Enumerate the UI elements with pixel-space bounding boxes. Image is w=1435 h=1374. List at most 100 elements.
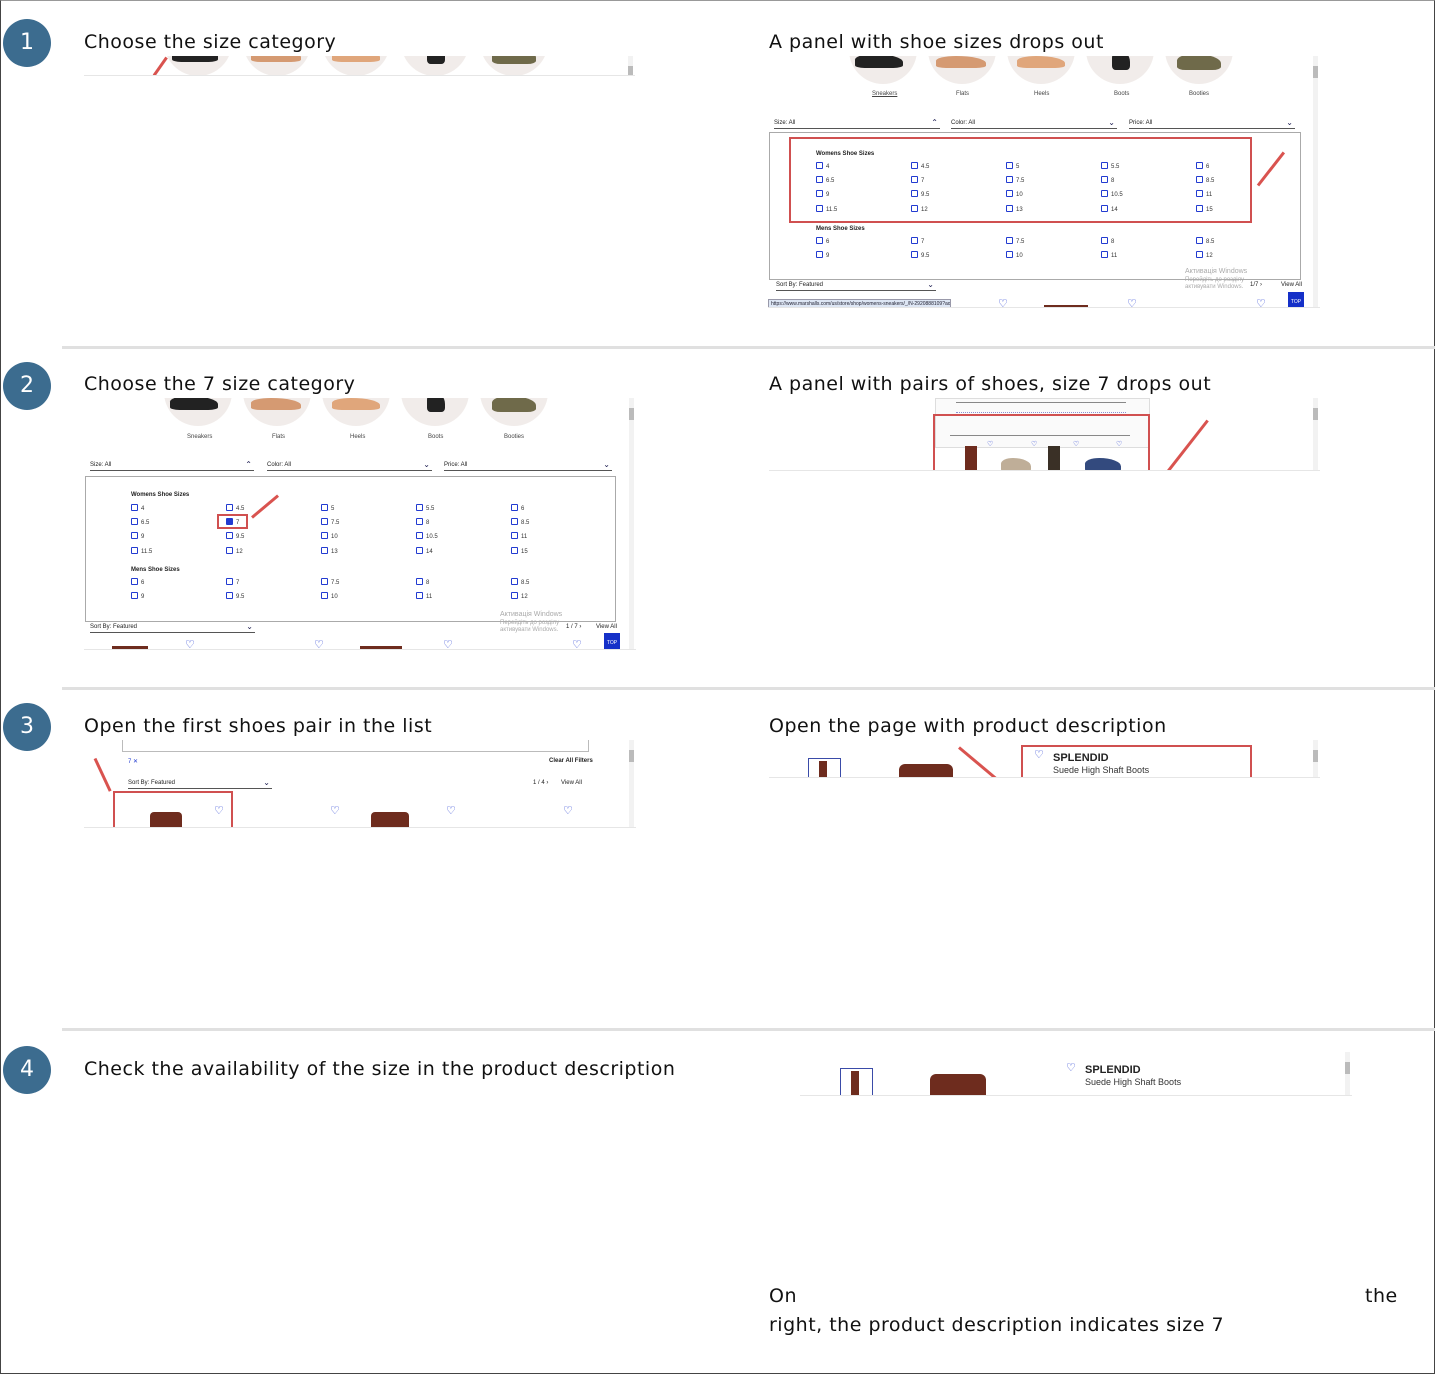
- size-checkbox[interactable]: 15: [511, 546, 528, 555]
- checkbox-icon[interactable]: [416, 504, 423, 511]
- close-icon[interactable]: ✕: [133, 759, 138, 765]
- size-checkbox[interactable]: 7: [911, 176, 924, 184]
- wishlist-heart-icon[interactable]: ♡: [1034, 748, 1044, 761]
- checkbox-icon[interactable]: [1196, 251, 1203, 259]
- checkbox-icon[interactable]: [911, 204, 918, 212]
- checkbox-icon[interactable]: [131, 546, 138, 554]
- product-thumbnail-first[interactable]: [150, 812, 182, 827]
- size-checkbox[interactable]: 10: [321, 592, 338, 600]
- product-thumbnail[interactable]: [1085, 458, 1121, 470]
- scrollbar[interactable]: [1345, 1052, 1350, 1095]
- category-label[interactable]: Booties: [504, 434, 524, 440]
- size-checkbox[interactable]: 4: [816, 162, 829, 170]
- size-checkbox[interactable]: 8.5: [511, 518, 529, 526]
- size-checkbox[interactable]: 11: [1101, 251, 1117, 259]
- wishlist-heart-icon[interactable]: ♡: [1031, 440, 1037, 448]
- price-filter-dropdown[interactable]: Price: All ⌄: [444, 460, 612, 471]
- checkbox-icon[interactable]: [511, 592, 518, 600]
- checkbox-icon[interactable]: [911, 237, 918, 244]
- wishlist-heart-icon[interactable]: ♡: [446, 804, 456, 817]
- checkbox-icon[interactable]: [1196, 237, 1203, 244]
- category-label[interactable]: Booties: [1189, 91, 1209, 97]
- checkbox-icon[interactable]: [1101, 176, 1108, 184]
- checkbox-icon[interactable]: [1101, 251, 1108, 259]
- checkbox-icon[interactable]: [226, 578, 233, 585]
- size-checkbox[interactable]: 7.5: [321, 578, 339, 586]
- product-thumbnail[interactable]: [965, 446, 977, 470]
- size-checkbox[interactable]: 11: [511, 532, 527, 540]
- size-checkbox[interactable]: 8: [416, 578, 429, 586]
- checkbox-icon[interactable]: [911, 251, 918, 259]
- scrollbar[interactable]: [1313, 56, 1318, 307]
- scrollbar[interactable]: [1313, 740, 1318, 777]
- checkbox-icon[interactable]: [416, 532, 423, 540]
- size-checkbox[interactable]: 9: [816, 190, 829, 198]
- wishlist-heart-icon[interactable]: ♡: [563, 804, 573, 817]
- checkbox-icon[interactable]: [321, 578, 328, 585]
- checkbox-icon[interactable]: [816, 251, 823, 259]
- pager[interactable]: 1 / 7 ›: [566, 624, 581, 630]
- checkbox-icon[interactable]: [1101, 204, 1108, 212]
- size-checkbox[interactable]: 12: [911, 204, 928, 213]
- sort-dropdown[interactable]: Sort By: Featured ⌄: [128, 778, 272, 789]
- category-label[interactable]: Sneakers: [872, 91, 897, 97]
- size-checkbox[interactable]: 8.5: [1196, 176, 1214, 184]
- product-thumbnail[interactable]: [1048, 446, 1060, 470]
- size-checkbox[interactable]: 8: [1101, 176, 1114, 184]
- checkbox-icon[interactable]: [911, 190, 918, 198]
- size-checkbox[interactable]: 10: [321, 532, 338, 540]
- checkbox-icon[interactable]: [416, 592, 423, 600]
- product-gallery-thumb[interactable]: [840, 1068, 873, 1095]
- sort-dropdown[interactable]: Sort By: Featured ⌄: [776, 280, 936, 291]
- size-checkbox[interactable]: 12: [226, 546, 243, 555]
- checkbox-icon[interactable]: [131, 578, 138, 585]
- checkbox-icon[interactable]: [1006, 176, 1013, 184]
- checkbox-checked-icon[interactable]: [226, 518, 233, 526]
- size-checkbox[interactable]: 5.5: [416, 504, 434, 512]
- wishlist-heart-icon[interactable]: ♡: [1127, 297, 1137, 307]
- size-checkbox[interactable]: 5: [321, 504, 334, 512]
- size-checkbox[interactable]: 9: [131, 532, 144, 540]
- checkbox-icon[interactable]: [416, 546, 423, 554]
- size-checkbox[interactable]: 10: [1006, 251, 1023, 259]
- size-checkbox[interactable]: 8: [416, 518, 429, 526]
- wishlist-heart-icon[interactable]: ♡: [330, 804, 340, 817]
- size-filter-dropdown[interactable]: Size: All ⌃: [90, 460, 254, 471]
- checkbox-icon[interactable]: [1006, 190, 1013, 198]
- size-checkbox[interactable]: 7.5: [321, 518, 339, 526]
- size-checkbox[interactable]: 6: [131, 578, 144, 586]
- checkbox-icon[interactable]: [1006, 251, 1013, 259]
- size-checkbox[interactable]: 10.5: [1101, 190, 1123, 198]
- checkbox-icon[interactable]: [511, 578, 518, 585]
- checkbox-icon[interactable]: [1196, 176, 1203, 184]
- checkbox-icon[interactable]: [131, 518, 138, 526]
- color-filter-dropdown[interactable]: Color: All ⌄: [951, 118, 1117, 129]
- wishlist-heart-icon[interactable]: ♡: [572, 638, 582, 649]
- wishlist-heart-icon[interactable]: ♡: [1116, 440, 1122, 448]
- view-all-link[interactable]: View All: [561, 780, 582, 786]
- size-checkbox[interactable]: 7: [226, 578, 239, 586]
- size-checkbox[interactable]: 11: [1196, 190, 1212, 198]
- category-label[interactable]: Flats: [272, 434, 285, 440]
- size-checkbox[interactable]: 11: [416, 592, 432, 600]
- checkbox-icon[interactable]: [226, 592, 233, 600]
- size-checkbox[interactable]: 12: [511, 592, 528, 600]
- size-checkbox[interactable]: 9.5: [226, 592, 244, 600]
- size-checkbox[interactable]: 9.5: [911, 251, 929, 259]
- product-thumbnail[interactable]: [112, 646, 148, 649]
- checkbox-icon[interactable]: [816, 204, 823, 212]
- size-checkbox[interactable]: 13: [1006, 204, 1023, 213]
- checkbox-icon[interactable]: [321, 592, 328, 600]
- size-checkbox[interactable]: 6: [816, 237, 829, 245]
- wishlist-heart-icon[interactable]: ♡: [214, 804, 224, 817]
- checkbox-icon[interactable]: [1196, 204, 1203, 212]
- checkbox-icon[interactable]: [1101, 190, 1108, 198]
- checkbox-icon[interactable]: [1101, 237, 1108, 244]
- size-checkbox[interactable]: 11.5: [131, 546, 152, 555]
- checkbox-icon[interactable]: [1196, 190, 1203, 198]
- checkbox-icon[interactable]: [226, 532, 233, 540]
- size-checkbox[interactable]: 4.5: [911, 162, 929, 170]
- category-label[interactable]: Heels: [1034, 91, 1049, 97]
- checkbox-icon[interactable]: [511, 532, 518, 540]
- product-thumbnail[interactable]: [360, 646, 402, 649]
